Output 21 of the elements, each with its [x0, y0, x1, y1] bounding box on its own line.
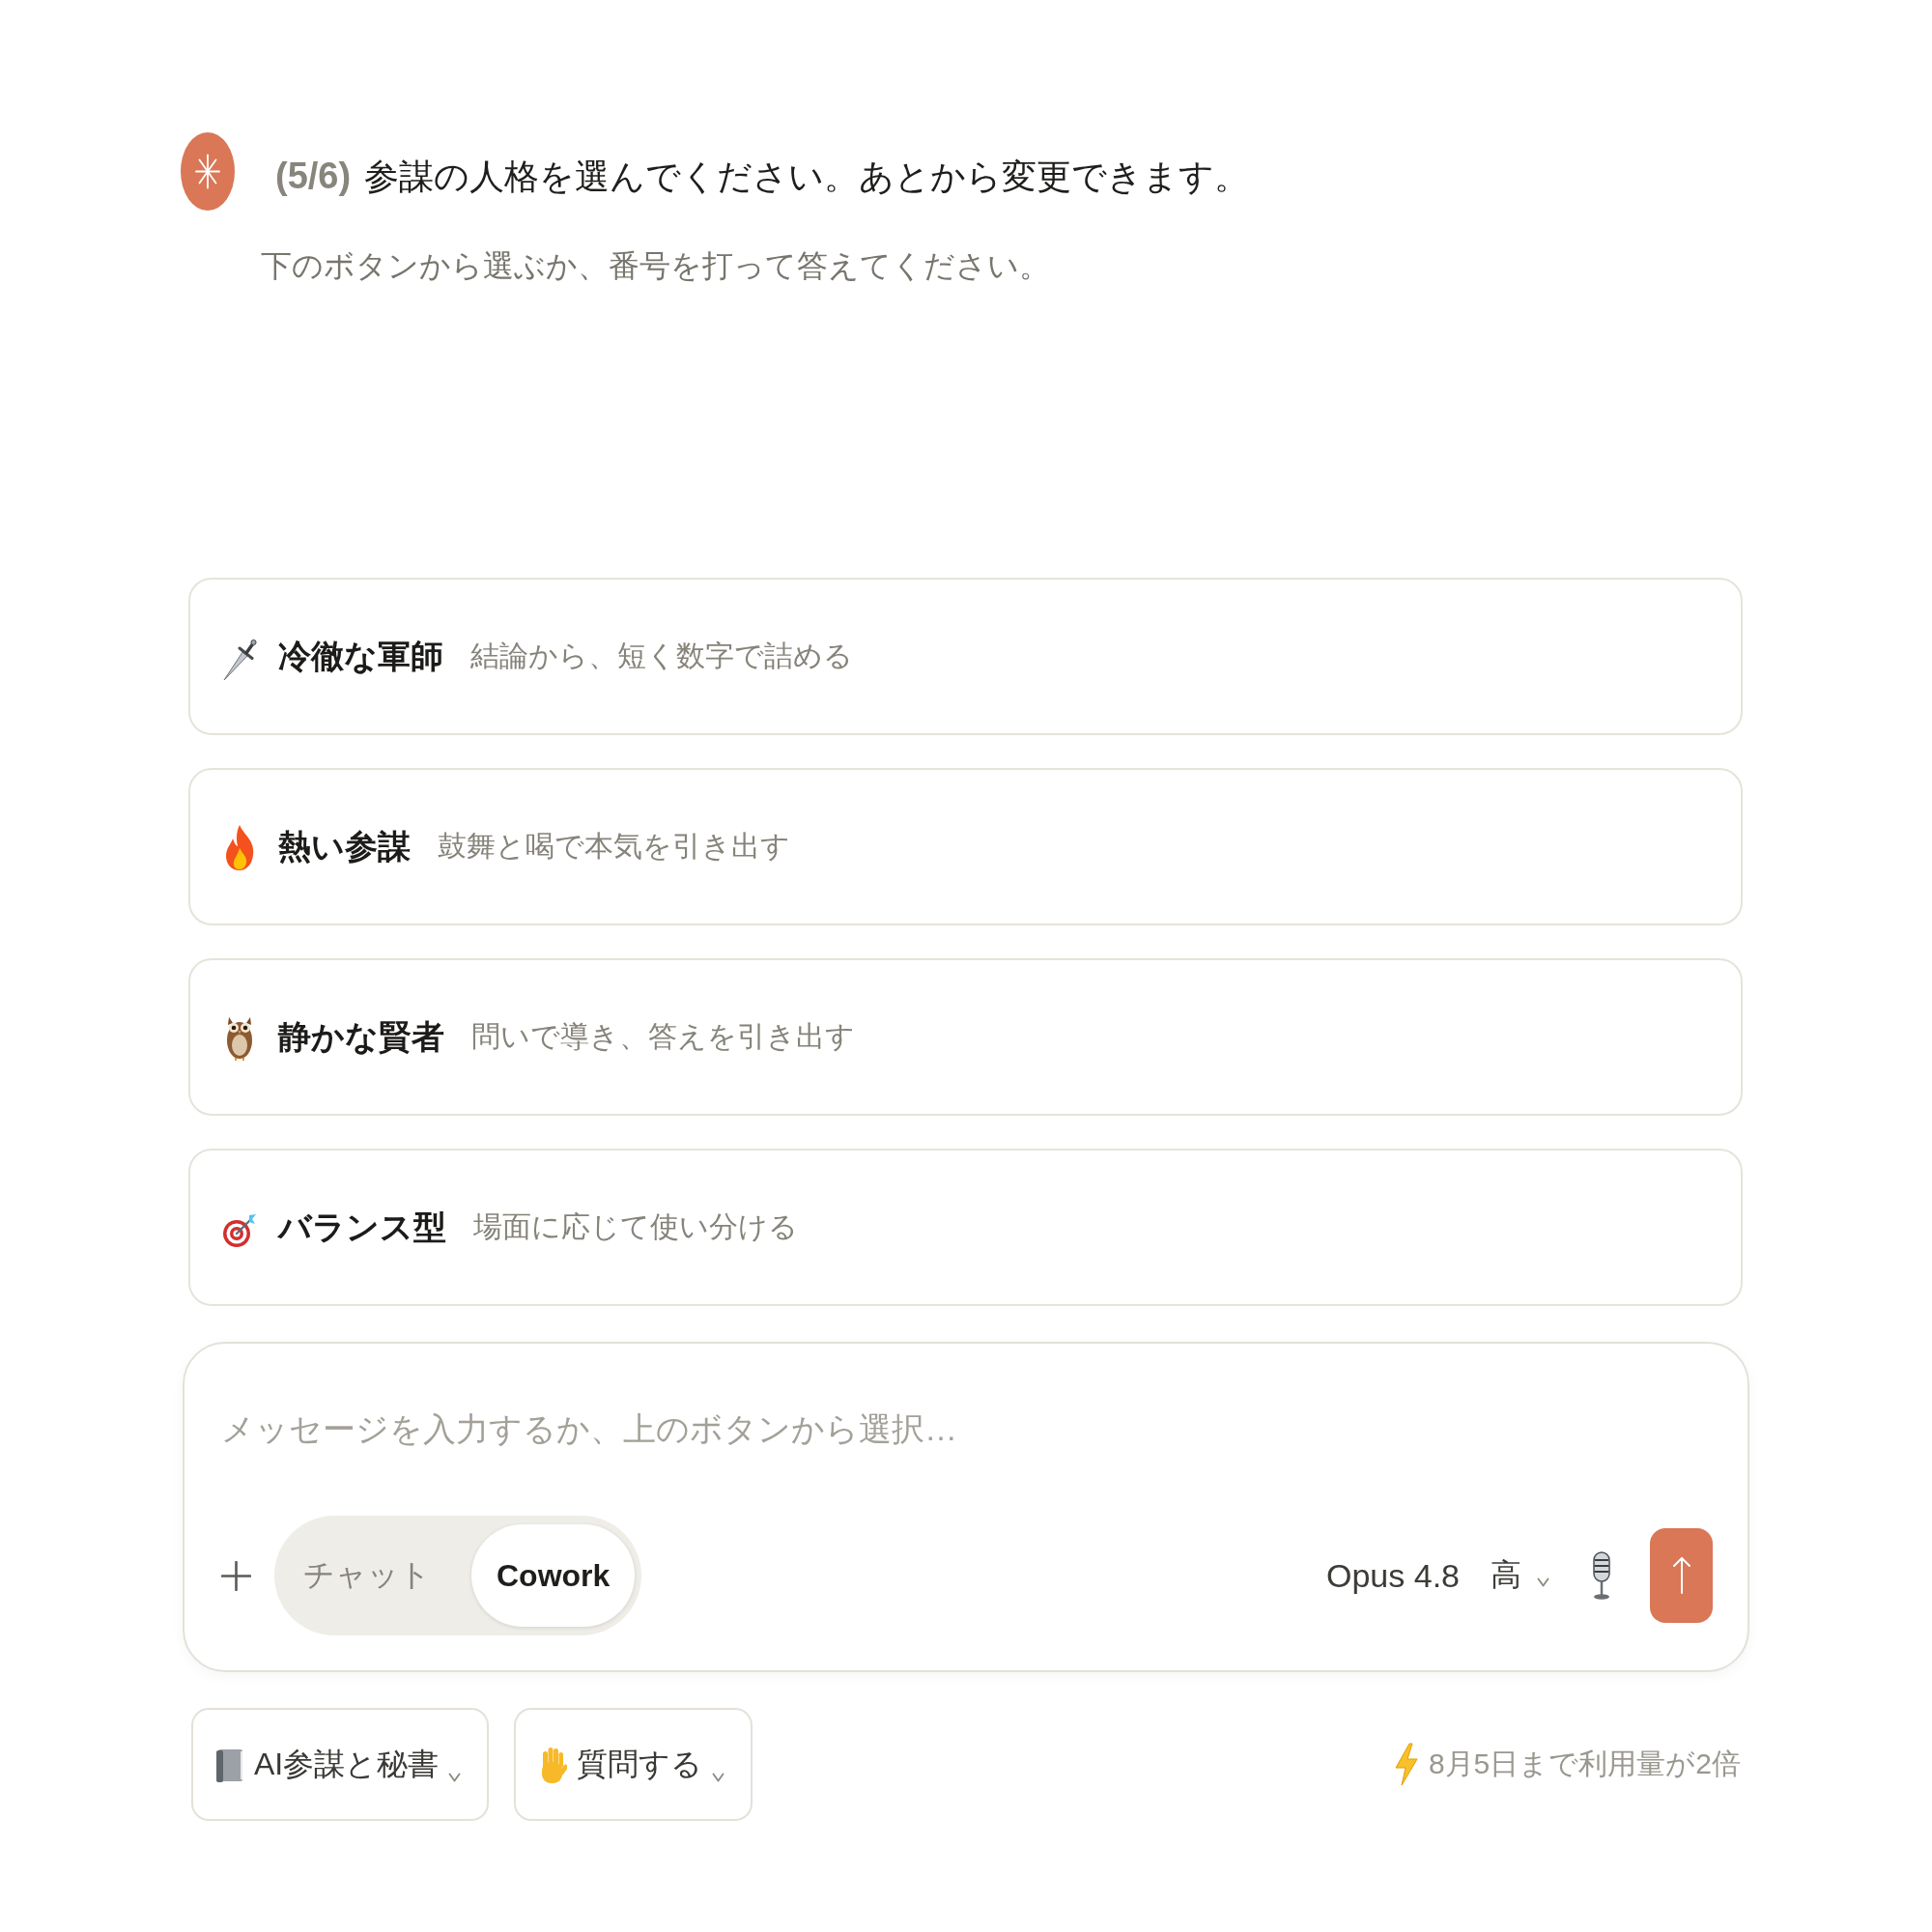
mode-tab[interactable]: Cowork: [471, 1524, 636, 1627]
plus-icon[interactable]: [221, 1560, 251, 1591]
dropdown-button[interactable]: AI参謀と秘書: [191, 1708, 490, 1821]
persona-option-button[interactable]: 熱い参謀 鼓舞と喝で本気を引き出す: [188, 768, 1743, 925]
persona-option-button[interactable]: 静かな賢者 問いで導き、答えを引き出す: [188, 958, 1743, 1116]
chevron-down-icon: [448, 1772, 462, 1782]
usage-notice: 8月5日まで利用量が2倍: [1428, 1747, 1741, 1781]
step-counter: (5/6): [275, 155, 352, 198]
persona-option-button[interactable]: 冷徹な軍師 結論から、短く数字で詰める: [188, 578, 1743, 735]
microphone-icon[interactable]: [1590, 1550, 1613, 1601]
dropdown-button[interactable]: 質問する: [514, 1708, 753, 1821]
send-button[interactable]: [1650, 1528, 1713, 1623]
chevron-down-icon: [712, 1772, 725, 1782]
chevron-down-icon: [1537, 1577, 1549, 1587]
persona-option-button[interactable]: バランス型 場面に応じて使い分ける: [188, 1149, 1743, 1306]
model-selector[interactable]: Opus 4.8 高: [1326, 1554, 1549, 1597]
asterisk-icon: [181, 132, 235, 211]
question-title: 参謀の人格を選んでください。あとから変更できます。: [364, 156, 1250, 198]
message-input[interactable]: メッセージを入力するか、上のボタンから選択…: [221, 1406, 1713, 1452]
answer-hint: 下のボタンから選ぶか、番号を打って答えてください。: [261, 247, 1050, 285]
arrow-up-icon: [1671, 1556, 1691, 1595]
